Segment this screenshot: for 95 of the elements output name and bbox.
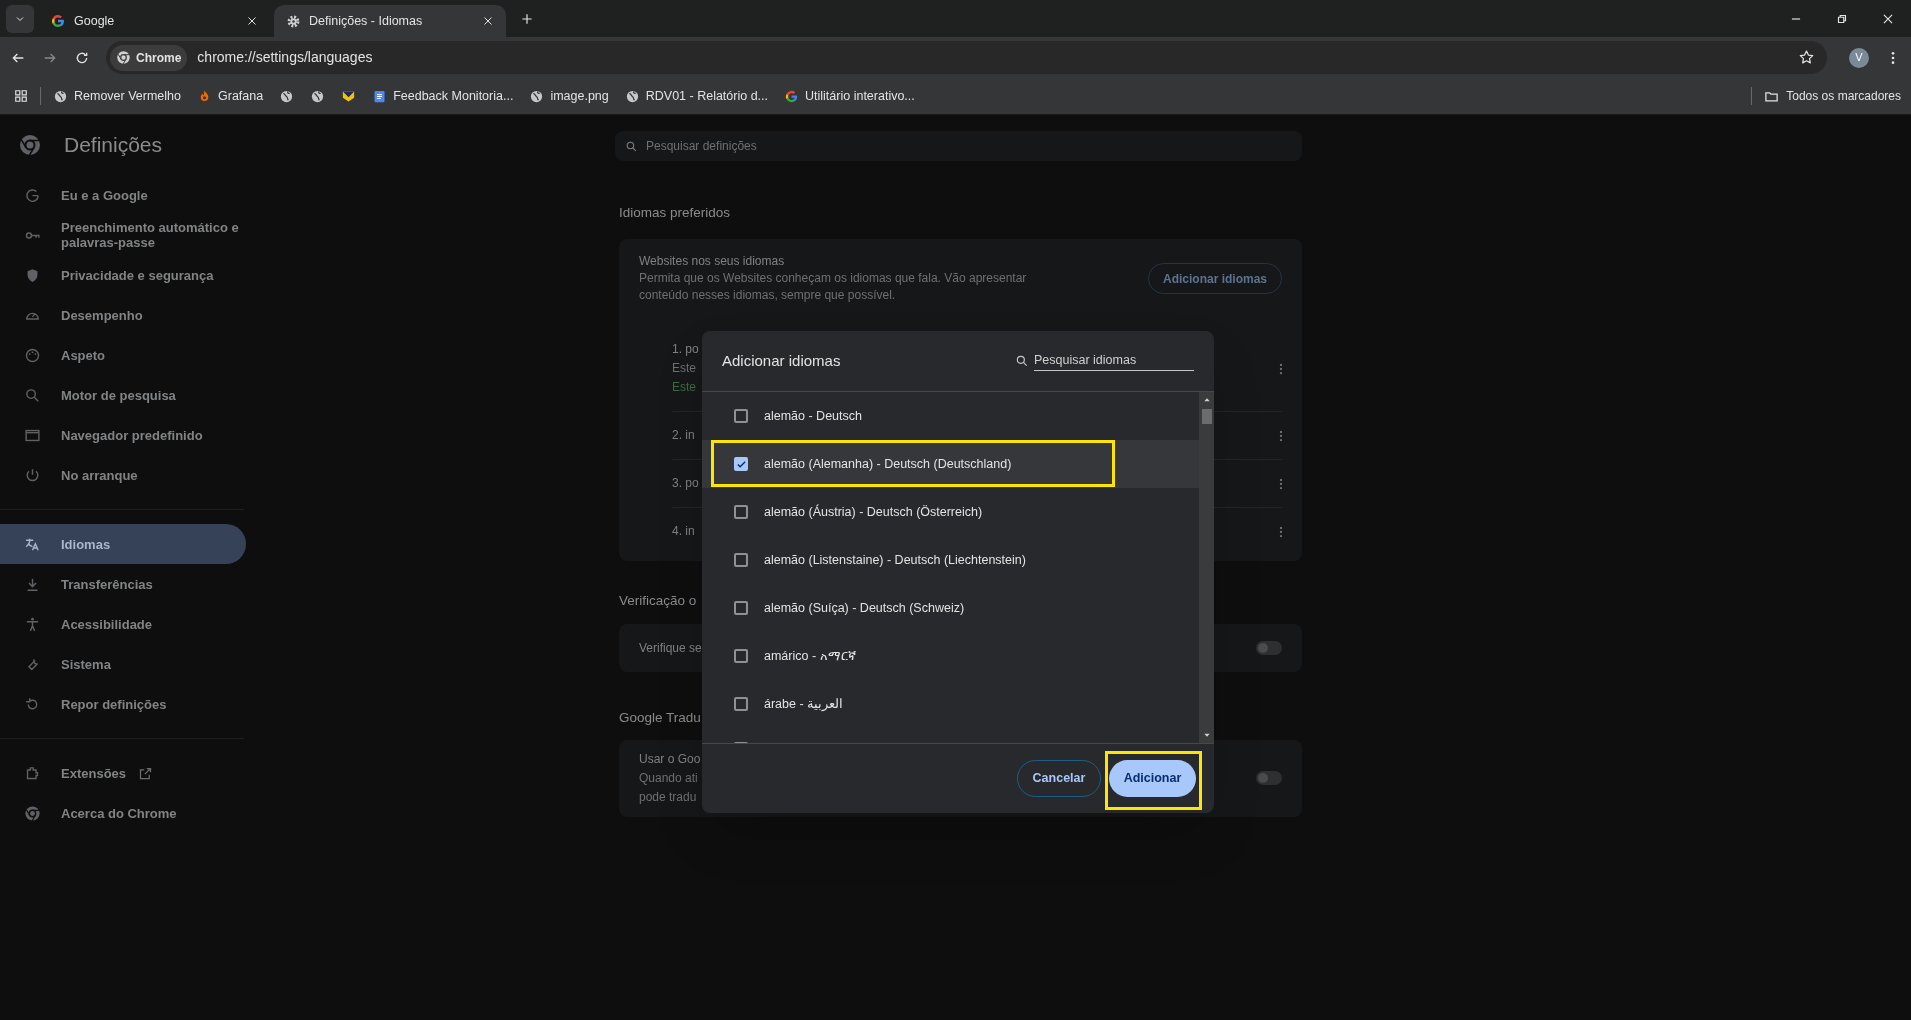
language-text: Este (672, 360, 696, 378)
sidebar-item[interactable]: Eu e a Google (0, 175, 246, 215)
checkmark-icon (735, 458, 747, 470)
document-icon (372, 88, 388, 104)
search-field[interactable]: Pesquisar idiomas (1034, 350, 1194, 372)
bookmark-link[interactable]: image.png (529, 86, 609, 106)
profile-avatar[interactable]: V (1849, 47, 1869, 68)
search-icon (625, 139, 638, 153)
bookmark-link[interactable]: Utilitário interativo... (784, 86, 915, 106)
language-text: 4. in (672, 523, 695, 541)
sidebar-item[interactable]: Extensões (0, 753, 246, 793)
add-button[interactable]: Adicionar (1109, 760, 1196, 797)
search-icon (24, 386, 41, 404)
chrome-logo-icon (24, 804, 41, 822)
browser-tab[interactable]: Definições - Idiomas (274, 5, 506, 37)
setting-text: Usar o Goo (639, 750, 701, 768)
sidebar-item[interactable]: Desempenho (0, 295, 246, 335)
chrome-logo-icon (18, 133, 42, 157)
sidebar-item[interactable]: Aspeto (0, 335, 246, 375)
language-option[interactable]: alemão (Áustria) - Deutsch (Österreich) (702, 488, 1199, 536)
language-option[interactable]: alemão - Deutsch (702, 392, 1199, 440)
globe-icon (529, 88, 545, 104)
bookmark-link[interactable]: Feedback Monitoria... (372, 86, 514, 106)
sidebar-item[interactable]: Acerca do Chrome (0, 793, 246, 833)
sidebar-item[interactable]: Motor de pesquisa (0, 375, 246, 415)
setting-label: Verifique se (639, 639, 702, 657)
url-text: chrome://settings/languages (197, 48, 374, 67)
sidebar-item[interactable]: Privacidade e segurança (0, 255, 246, 295)
search-icon (1015, 354, 1029, 368)
puzzle-icon (24, 764, 41, 782)
scroll-up-icon[interactable] (1202, 396, 1211, 404)
section-heading: Verificação o (619, 592, 697, 611)
g-logo-icon (784, 88, 800, 104)
tab-title: Google (74, 12, 116, 30)
checkbox[interactable] (734, 409, 748, 423)
language-option[interactable]: alemão (Listenstaine) - Deutsch (Liechtenstein) (702, 536, 1199, 584)
checkbox[interactable] (734, 457, 748, 471)
accessibility-icon (24, 615, 41, 633)
sidebar-item[interactable]: Transferências (0, 564, 246, 604)
globe-icon[interactable] (310, 88, 326, 104)
language-option[interactable]: alemão (Suíça) - Deutsch (Schweiz) (702, 584, 1199, 632)
bookmark-link[interactable]: RDV01 - Relatório d... (624, 86, 769, 106)
toggle-switch[interactable] (1256, 640, 1282, 655)
sidebar-item[interactable]: Repor definições (0, 684, 246, 724)
section-heading: Idiomas preferidos (619, 204, 731, 222)
scrollbar[interactable] (1199, 392, 1214, 743)
sidebar-item[interactable]: Idiomas (0, 524, 246, 564)
chrome-logo-icon (116, 50, 131, 65)
sidebar-item[interactable]: No arranque (0, 455, 246, 495)
card-title: Websites nos seus idiomas (639, 253, 786, 271)
setting-text: pode tradu (639, 788, 697, 806)
section-heading: Google Tradu (619, 708, 701, 727)
site-chip[interactable]: Chrome (110, 44, 188, 71)
search-input[interactable]: Pesquisar definições (646, 137, 1292, 155)
checkbox[interactable] (734, 553, 748, 567)
star-icon[interactable] (1798, 49, 1815, 66)
power-icon (24, 466, 41, 484)
browser-tab[interactable]: Google (38, 5, 270, 37)
checkbox[interactable] (734, 505, 748, 519)
setting-text: Quando ati (639, 769, 698, 787)
toggle-switch[interactable] (1256, 771, 1282, 786)
close-icon[interactable] (482, 15, 494, 27)
scroll-thumb[interactable] (1201, 409, 1212, 424)
sidebar-item[interactable]: Sistema (0, 644, 246, 684)
checkbox[interactable] (734, 601, 748, 615)
bookmark-link[interactable]: Grafana (197, 86, 264, 106)
settings-title: Definições (64, 132, 163, 159)
g-logo-icon (50, 13, 66, 29)
sidebar-item[interactable]: Navegador predefinido (0, 415, 246, 455)
g-logo-icon (24, 186, 41, 204)
apps-grid-icon[interactable] (14, 89, 28, 103)
sidebar-item[interactable]: Acessibilidade (0, 604, 246, 644)
language-text: 1. po (672, 341, 699, 359)
address-bar[interactable]: Chrome chrome://settings/languages (106, 41, 1827, 74)
checkbox[interactable] (734, 649, 748, 663)
bookmark-link[interactable]: Remover Vermelho (53, 86, 181, 106)
close-icon[interactable] (246, 15, 258, 27)
sidebar-item[interactable]: Preenchimento automático e palavras-passe (0, 215, 246, 255)
globe-icon (624, 88, 640, 104)
globe-icon[interactable] (279, 88, 295, 104)
palette-icon (24, 346, 41, 364)
gear-icon (286, 13, 301, 29)
card-description: Permita que os Websites conheçam os idiomas que fala. Vão apresentar conteúdo nesses idiomas, sempre que possível. (639, 270, 1028, 305)
checkbox[interactable] (734, 697, 748, 711)
new-tab-icon[interactable] (520, 12, 534, 26)
language-text: Este (672, 379, 696, 397)
language-option[interactable]: amárico - አማርኛ (702, 632, 1199, 680)
globe-icon (53, 88, 68, 104)
language-text: 2. in (672, 427, 695, 445)
language-text: 3. po (672, 475, 699, 493)
all-bookmarks-button[interactable]: Todos os marcadores (1751, 87, 1901, 105)
language-option[interactable]: árabe - العربية (702, 680, 1199, 728)
tab-title: Definições - Idiomas (309, 12, 424, 30)
search-field[interactable]: Pesquisar definições (615, 131, 1302, 161)
dialog-title: Adicionar idiomas (722, 350, 842, 371)
